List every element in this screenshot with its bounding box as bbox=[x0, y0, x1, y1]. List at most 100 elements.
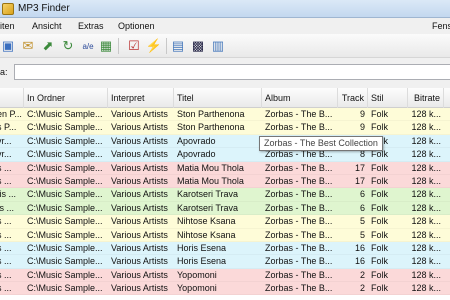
table-cell: Folk bbox=[371, 269, 389, 280]
table-cell: 128 k... bbox=[411, 135, 441, 146]
column-header-track[interactable]: Track bbox=[338, 88, 368, 108]
table-row[interactable]: s ... C:\Music Sample... Various Artists Ma… bbox=[0, 161, 450, 175]
table-cell: Various Artists bbox=[111, 242, 168, 253]
table-cell: Various Artists bbox=[111, 256, 168, 267]
table-cell: 2 bbox=[359, 269, 365, 280]
table-cell: Nihtose Ksana bbox=[177, 229, 236, 240]
table-cell: Folk bbox=[371, 216, 389, 227]
table-cell: 128 k... bbox=[411, 149, 441, 160]
text-replace-icon[interactable]: a/e bbox=[80, 38, 96, 54]
table-cell: C:\Music Sample... bbox=[27, 229, 103, 240]
table-cell: Zorbas - The B... bbox=[265, 216, 333, 227]
tag-editor-icon[interactable]: ▩ bbox=[190, 38, 206, 54]
table-cell: 9 bbox=[359, 122, 365, 133]
table-cell: Karotseri Trava bbox=[177, 189, 239, 200]
table-row[interactable]: s P... C:\Music Sample... Various Artists S… bbox=[0, 121, 450, 135]
table-row[interactable]: s ... C:\Music Sample... Various Artists Ni… bbox=[0, 215, 450, 229]
table-cell: Folk bbox=[371, 229, 389, 240]
table-cell: s ... bbox=[0, 216, 12, 227]
title-bar: MP3 Finder bbox=[0, 0, 450, 18]
image-icon[interactable]: ▦ bbox=[98, 38, 114, 54]
menu-item-iten[interactable]: iten bbox=[0, 18, 15, 34]
toolbar: ▣ ✉ ⬈ ↻ a/e ▦ ☑ ⚡ ▤ ▩ ▥ bbox=[0, 34, 450, 58]
table-cell: Folk bbox=[371, 202, 389, 213]
table-cell: s ... bbox=[0, 242, 12, 253]
table-cell: 128 k... bbox=[411, 256, 441, 267]
refresh-icon[interactable]: ↻ bbox=[60, 38, 76, 54]
menu-item-extras[interactable]: Extras bbox=[78, 18, 104, 34]
menu-item-ansicht[interactable]: Ansicht bbox=[32, 18, 62, 34]
table-cell: Zorbas - The B... bbox=[265, 202, 333, 213]
table-cell: 128 k... bbox=[411, 122, 441, 133]
table-cell: 5 bbox=[359, 216, 365, 227]
toolbar-separator bbox=[118, 38, 119, 54]
menu-item-fens[interactable]: Fens bbox=[432, 18, 450, 34]
table-cell: Zorbas - The B... bbox=[265, 229, 333, 240]
table-cell: Various Artists bbox=[111, 283, 168, 294]
table-row[interactable]: s ... C:\Music Sample... Various Artists Ma… bbox=[0, 174, 450, 189]
table-cell: C:\Music Sample... bbox=[27, 175, 103, 186]
table-cell: Folk bbox=[371, 122, 389, 133]
table-cell: 2 bbox=[359, 283, 365, 294]
table-row[interactable]: s ... C:\Music Sample... Various Artists Ho… bbox=[0, 241, 450, 256]
table-cell: Zorbas - The B... bbox=[265, 189, 333, 200]
column-header-stil[interactable]: Stil bbox=[368, 88, 408, 108]
column-header-in-ordner[interactable]: In Ordner bbox=[24, 88, 108, 108]
table-cell: Folk bbox=[371, 256, 389, 267]
table-cell: C:\Music Sample... bbox=[27, 135, 103, 146]
column-header-bitrate[interactable]: Bitrate bbox=[408, 88, 444, 108]
table-cell: Folk bbox=[371, 162, 389, 173]
table-cell: Matia Mou Thola bbox=[177, 162, 244, 173]
table-cell: 128 k... bbox=[411, 229, 441, 240]
table-header: In Ordner Interpret Titel Album Track Stil Bit… bbox=[0, 88, 450, 108]
search-icon[interactable]: ✉ bbox=[20, 38, 36, 54]
table-cell: Various Artists bbox=[111, 175, 168, 186]
checklist-icon[interactable]: ☑ bbox=[126, 38, 142, 54]
menu-item-optionen[interactable]: Optionen bbox=[118, 18, 155, 34]
table-cell: s ... bbox=[0, 256, 12, 267]
filter-input[interactable] bbox=[14, 64, 450, 80]
table-cell: 17 bbox=[354, 175, 365, 186]
table-cell: 5 bbox=[359, 229, 365, 240]
table-cell: Zorbas - The B... bbox=[265, 122, 333, 133]
table-cell: C:\Music Sample... bbox=[27, 256, 103, 267]
column-header-album[interactable]: Album bbox=[262, 88, 338, 108]
table-cell: Folk bbox=[371, 175, 389, 186]
column-header[interactable] bbox=[444, 88, 450, 108]
table-cell: C:\Music Sample... bbox=[27, 122, 103, 133]
table-cell: 6 bbox=[359, 202, 365, 213]
table-cell: Apovrado bbox=[177, 149, 216, 160]
open-file-icon[interactable]: ▣ bbox=[0, 38, 16, 54]
table-cell: s ... bbox=[0, 229, 12, 240]
export-icon[interactable]: ▥ bbox=[210, 38, 226, 54]
table-cell: Ston Parthenona bbox=[177, 122, 245, 133]
table-cell: Various Artists bbox=[111, 162, 168, 173]
table-cell: C:\Music Sample... bbox=[27, 162, 103, 173]
column-header[interactable] bbox=[0, 88, 24, 108]
table-row[interactable]: tis ... C:\Music Sample... Various Artists… bbox=[0, 188, 450, 202]
menu-bar: iten Ansicht Extras Optionen Fens bbox=[0, 18, 450, 34]
album-tooltip: Zorbas - The Best Collection bbox=[259, 136, 383, 151]
table-cell: Apovrado bbox=[177, 135, 216, 146]
table-row[interactable]: ts ... C:\Music Sample... Various Artists K… bbox=[0, 201, 450, 216]
table-cell: Various Artists bbox=[111, 109, 168, 119]
file-table: In Ordner Interpret Titel Album Track Stil Bit… bbox=[0, 88, 450, 300]
table-cell: C:\Music Sample... bbox=[27, 283, 103, 294]
filter-bar: a: bbox=[0, 60, 450, 84]
table-row[interactable]: s ... C:\Music Sample... Various Artists Yo… bbox=[0, 268, 450, 283]
table-cell: Zorbas - The B... bbox=[265, 256, 333, 267]
lightning-icon[interactable]: ⚡ bbox=[146, 38, 162, 54]
table-row[interactable]: s ... C:\Music Sample... Various Artists Yo… bbox=[0, 282, 450, 296]
column-header-interpret[interactable]: Interpret bbox=[108, 88, 174, 108]
table-row[interactable]: s ... C:\Music Sample... Various Artists Ni… bbox=[0, 228, 450, 242]
document-icon[interactable]: ▤ bbox=[170, 38, 186, 54]
table-row[interactable]: en P... C:\Music Sample... Various Artists… bbox=[0, 108, 450, 122]
app-icon bbox=[2, 3, 14, 15]
table-cell: C:\Music Sample... bbox=[27, 149, 103, 160]
search-folder-icon[interactable]: ⬈ bbox=[40, 38, 56, 54]
table-cell: 128 k... bbox=[411, 162, 441, 173]
table-cell: Various Artists bbox=[111, 216, 168, 227]
column-header-titel[interactable]: Titel bbox=[174, 88, 262, 108]
table-cell: s ... bbox=[0, 283, 12, 294]
table-row[interactable]: s ... C:\Music Sample... Various Artists Ho… bbox=[0, 255, 450, 269]
